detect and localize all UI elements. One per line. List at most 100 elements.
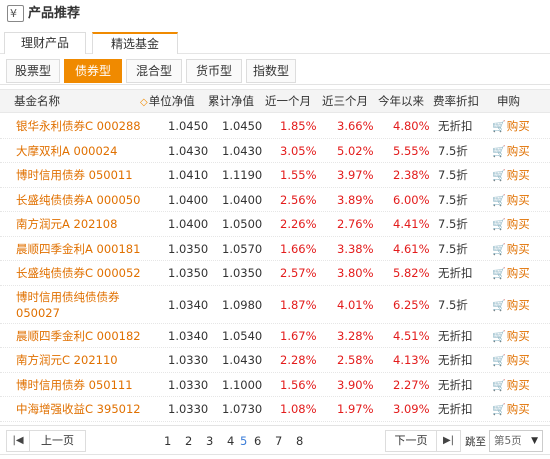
fee-discount: 无折扣 [438, 402, 473, 416]
buy-button[interactable]: 🛒购买 [492, 397, 530, 421]
page-link[interactable]: 6 [254, 432, 261, 450]
return-1m: 1.55% [280, 168, 317, 182]
first-page-button[interactable]: |◀ [6, 430, 30, 452]
table-row: 中海增强收益C 395012 1.0330 1.0730 1.08% 1.97% 3.09… [0, 397, 550, 422]
nav-value: 1.0450 [168, 119, 209, 133]
section-header: ¥ 产品推荐 [0, 0, 550, 30]
fee-discount: 7.5折 [438, 192, 468, 207]
header-acc-nav[interactable]: 累计净值 [208, 90, 254, 112]
acc-nav-value: 1.0980 [222, 297, 263, 312]
fund-name-link[interactable]: 晨顺四季金利A 000181 [16, 237, 140, 261]
return-ytd: 2.27% [393, 377, 430, 392]
acc-nav-value: 1.0500 [222, 217, 263, 231]
page-select[interactable]: 第5页 ▼ [489, 430, 543, 452]
acc-nav-value: 1.1000 [222, 377, 263, 392]
yen-icon: ¥ [7, 5, 24, 22]
return-1m: 3.05% [280, 143, 317, 158]
tab-index[interactable]: 指数型 [246, 59, 296, 83]
buy-button[interactable]: 🛒购买 [492, 163, 530, 187]
return-3m: 4.01% [337, 297, 374, 312]
return-1m: 1.85% [280, 119, 317, 133]
fund-name-link[interactable]: 南方润元C 202110 [16, 348, 118, 372]
buy-button[interactable]: 🛒购买 [492, 188, 530, 212]
buy-button[interactable]: 🛒购买 [492, 114, 530, 138]
fund-name-link[interactable]: 长盛纯债债券C 000052 [16, 261, 141, 285]
return-ytd: 6.25% [393, 297, 430, 312]
page-link[interactable]: 1 [164, 432, 171, 450]
tab-stock[interactable]: 股票型 [6, 59, 60, 83]
fund-name-link[interactable]: 南方润元A 202108 [16, 212, 117, 236]
buy-label: 购买 [506, 402, 530, 416]
tab-money[interactable]: 货币型 [186, 59, 242, 83]
nav-value: 1.0330 [168, 377, 209, 392]
chevron-down-icon: ▼ [531, 436, 538, 446]
acc-nav-value: 1.0430 [222, 353, 263, 367]
return-ytd: 4.41% [393, 217, 430, 231]
next-page-button[interactable]: 下一页 [385, 430, 437, 452]
last-page-button[interactable]: ▶| [437, 430, 461, 452]
page-link-current[interactable]: 5 [240, 432, 247, 450]
table-row: 晨顺四季金利C 000182 1.0340 1.0540 1.67% 3.28% 4.51… [0, 324, 550, 348]
tab-hybrid[interactable]: 混合型 [126, 59, 182, 83]
fee-discount: 无折扣 [438, 328, 473, 343]
return-3m: 3.38% [337, 241, 374, 256]
page-link[interactable]: 2 [185, 432, 192, 450]
return-1m: 2.28% [280, 353, 317, 367]
cart-icon: 🛒 [492, 354, 506, 367]
fee-discount: 7.5折 [438, 297, 468, 312]
page-link[interactable]: 8 [296, 432, 303, 450]
acc-nav-value: 1.0350 [222, 266, 263, 280]
return-ytd: 4.13% [393, 353, 430, 367]
buy-button[interactable]: 🛒购买 [492, 139, 530, 163]
fee-discount: 无折扣 [438, 266, 473, 280]
fund-name-link[interactable]: 长盛纯债债券A 000050 [16, 188, 140, 212]
buy-button[interactable]: 🛒购买 [492, 348, 530, 372]
header-ytd[interactable]: 今年以来 [378, 90, 424, 112]
acc-nav-value: 1.0570 [222, 241, 263, 256]
buy-label: 购买 [506, 328, 530, 343]
buy-button[interactable]: 🛒购买 [492, 261, 530, 285]
fund-name-link[interactable]: 晨顺四季金利C 000182 [16, 324, 141, 348]
fund-name-link[interactable]: 博时信用债纯债债券 050027 [16, 289, 126, 327]
buy-button[interactable]: 🛒购买 [492, 373, 530, 397]
buy-label: 购买 [506, 119, 530, 133]
prev-page-button[interactable]: 上一页 [30, 430, 86, 452]
tab-wealth-products[interactable]: 理财产品 [4, 32, 86, 54]
header-3m[interactable]: 近三个月 [322, 90, 368, 112]
buy-button[interactable]: 🛒购买 [492, 286, 530, 324]
table-row: 南方润元A 202108 1.0400 1.0500 2.26% 2.76% 4.41% 7… [0, 212, 550, 237]
page-link[interactable]: 3 [206, 432, 213, 450]
tab-bond[interactable]: 债券型 [64, 59, 122, 83]
buy-button[interactable]: 🛒购买 [492, 212, 530, 236]
tab-selected-funds[interactable]: 精选基金 [92, 32, 178, 54]
return-3m: 2.58% [337, 353, 374, 367]
header-1m[interactable]: 近一个月 [265, 90, 311, 112]
return-ytd: 3.09% [393, 402, 430, 416]
return-ytd: 5.82% [393, 266, 430, 280]
return-3m: 3.97% [337, 168, 374, 182]
return-1m: 1.67% [280, 328, 317, 343]
return-3m: 3.28% [337, 328, 374, 343]
buy-button[interactable]: 🛒购买 [492, 237, 530, 261]
fund-name-link[interactable]: 中海增强收益C 395012 [16, 397, 141, 421]
page-link[interactable]: 4 [227, 432, 234, 450]
return-1m: 2.57% [280, 266, 317, 280]
header-nav[interactable]: ◇单位净值 [140, 90, 195, 112]
return-1m: 1.87% [280, 297, 317, 312]
fund-name-link[interactable]: 银华永利债券C 000288 [16, 114, 141, 138]
fund-name-link[interactable]: 博时信用债券 050011 [16, 163, 133, 187]
page-link[interactable]: 7 [275, 432, 282, 450]
buy-button[interactable]: 🛒购买 [492, 324, 530, 348]
return-ytd: 6.00% [393, 192, 430, 207]
table-row: 博时信用债纯债债券 050027 1.0340 1.0980 1.87% 4.01% 6.… [0, 286, 550, 324]
page-select-value: 第5页 [494, 435, 522, 447]
fund-name-link[interactable]: 大摩双利A 000024 [16, 139, 117, 163]
cart-icon: 🛒 [492, 218, 506, 231]
fee-discount: 7.5折 [438, 217, 468, 231]
fund-name-link[interactable]: 博时信用债券 050111 [16, 373, 133, 397]
table-row: 长盛纯债债券A 000050 1.0400 1.0400 2.56% 3.89% 6.00… [0, 188, 550, 212]
buy-label: 购买 [506, 377, 530, 392]
primary-tabs: 理财产品 精选基金 [0, 30, 550, 54]
buy-label: 购买 [506, 192, 530, 207]
return-ytd: 4.61% [393, 241, 430, 256]
